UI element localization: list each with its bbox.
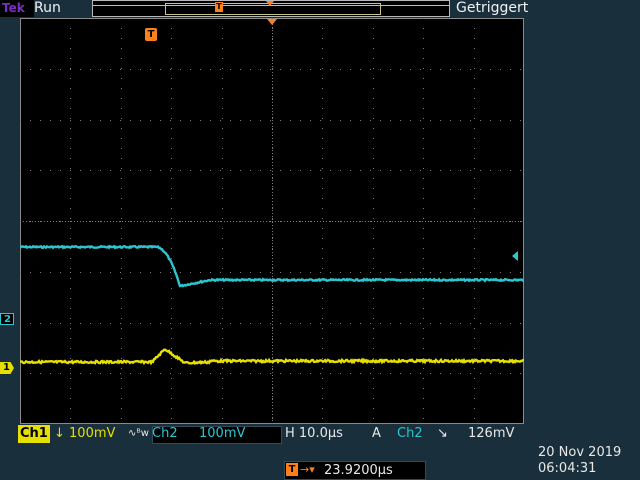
- trigger-level-arrow-icon: [512, 251, 518, 261]
- right-panel: [524, 18, 640, 424]
- acquire-label: A: [372, 426, 381, 441]
- trigger-offset-arrow-icon: →▾: [300, 463, 315, 476]
- horizontal-position-arrow-icon: [267, 19, 277, 25]
- ch2-label[interactable]: Ch2: [152, 425, 178, 443]
- bandwidth-limit-icon: ∿ᴮw: [128, 428, 149, 439]
- ch1-label[interactable]: Ch1: [18, 425, 50, 443]
- record-length-indicator: T: [92, 0, 450, 17]
- record-trigger-icon: T: [215, 2, 223, 12]
- trigger-status: Getriggert: [456, 0, 529, 16]
- brand-logo: Tek: [0, 0, 34, 17]
- trigger-source: Ch2: [397, 426, 423, 441]
- trigger-position-value: 23.9200µs: [324, 463, 393, 478]
- channel-readouts: Ch1 ↓ 100mV ∿ᴮw Ch2 100mV H 10.0µs A Ch2…: [0, 425, 528, 443]
- ch1-scale: ↓ 100mV: [54, 426, 116, 441]
- waveform-display[interactable]: [20, 18, 524, 424]
- date-readout: 20 Nov 2019: [538, 445, 622, 460]
- graticule-svg: [20, 18, 524, 424]
- run-state: Run: [34, 0, 61, 16]
- ch2-ground-marker[interactable]: 2: [0, 313, 14, 325]
- falling-edge-icon: ↘: [437, 426, 448, 441]
- record-position-arrow-icon: [266, 1, 274, 6]
- trigger-level: 126mV: [468, 426, 515, 441]
- ch2-scale: 100mV: [199, 426, 246, 441]
- time-readout: 06:04:31: [538, 461, 597, 476]
- horizontal-scale: H 10.0µs: [285, 426, 343, 441]
- trigger-point-icon: T: [145, 28, 157, 41]
- trigger-position-icon: T: [286, 463, 298, 476]
